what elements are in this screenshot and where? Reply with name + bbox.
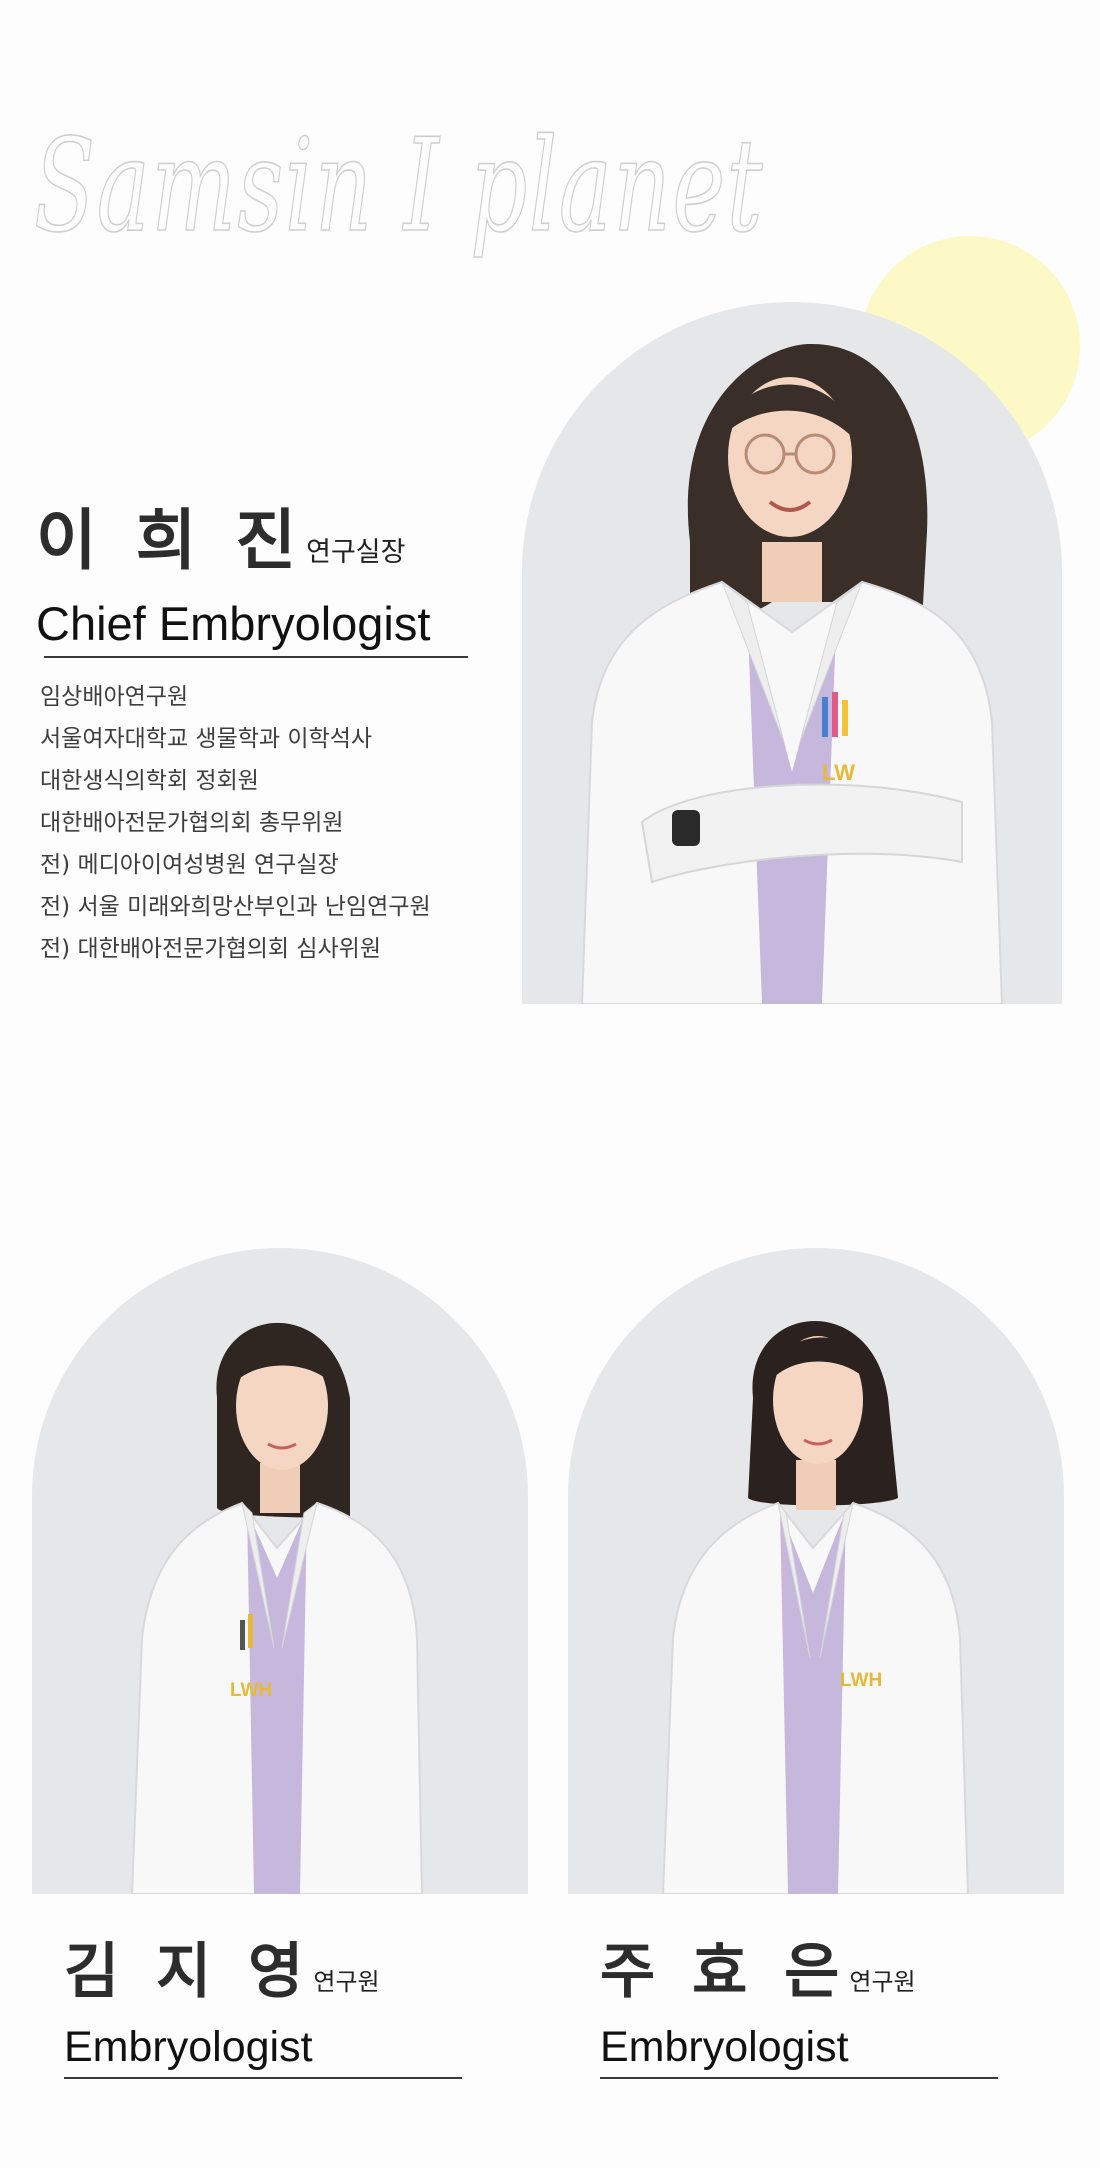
staff-1-title-underline xyxy=(64,2077,462,2079)
staff-portrait-1: LWH xyxy=(32,1248,528,1894)
bio-item: 전) 메디아이여성병원 연구실장 xyxy=(40,852,339,878)
chief-bio-list: 임상배아연구원 서울여자대학교 생물학과 이학석사 대한생식의학회 정회원 대한… xyxy=(40,676,431,970)
svg-text:LWH: LWH xyxy=(230,1680,272,1701)
brand-script-text: Samsin I planet xyxy=(34,112,764,261)
chief-name-row: 이 희 진 연구실장 xyxy=(36,508,406,574)
staff-portrait-2: LWH xyxy=(568,1248,1064,1894)
chief-name: 이 희 진 xyxy=(36,502,305,579)
bio-item: 전) 서울 미래와희망산부인과 난임연구원 xyxy=(40,894,431,920)
staff-1-title-en: Embryologist xyxy=(64,2023,313,2071)
bio-item: 전) 대한배아전문가협의회 심사위원 xyxy=(40,936,381,962)
bio-item: 대한배아전문가협의회 총무위원 xyxy=(40,810,344,836)
chief-role: 연구실장 xyxy=(306,537,406,568)
staff-2-title-underline xyxy=(600,2077,998,2079)
staff-2-role: 연구원 xyxy=(849,1968,916,1996)
svg-text:LW: LW xyxy=(822,760,855,785)
staff-2-name: 주 효 은 xyxy=(600,1937,848,2007)
bio-item: 대한생식의학회 정회원 xyxy=(40,768,259,794)
chief-title-underline xyxy=(44,656,468,658)
chief-title-en: Chief Embryologist xyxy=(36,597,431,650)
staff-2-name-row: 주 효 은 연구원 xyxy=(600,1942,916,2002)
staff-1-role: 연구원 xyxy=(313,1968,380,1996)
brand-script-wordmark: Samsin I planet xyxy=(34,111,764,262)
staff-2-title-en: Embryologist xyxy=(600,2023,849,2071)
staff-1-name-row: 김 지 영 연구원 xyxy=(64,1942,380,2002)
staff-1-name: 김 지 영 xyxy=(64,1937,312,2007)
svg-text:LWH: LWH xyxy=(840,1670,882,1691)
chief-portrait: LW xyxy=(522,302,1062,1004)
bio-item: 서울여자대학교 생물학과 이학석사 xyxy=(40,726,373,752)
bio-item: 임상배아연구원 xyxy=(40,684,189,710)
